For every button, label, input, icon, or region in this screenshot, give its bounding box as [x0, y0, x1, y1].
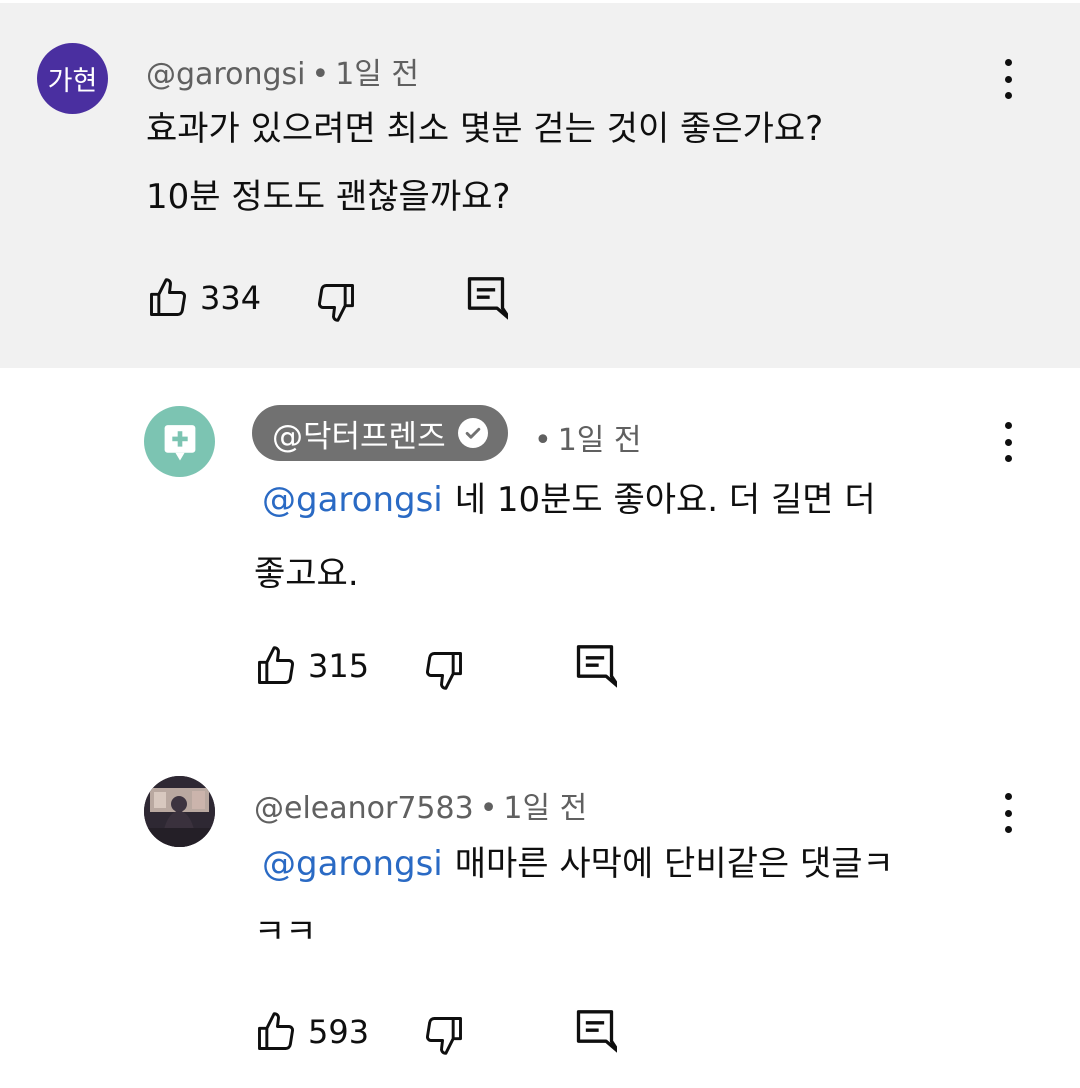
dislike-button[interactable]: [314, 280, 358, 324]
author-name: @닥터프렌즈: [272, 418, 446, 455]
reply-line-1-text: 네 10분도 좋아요. 더 길면 더: [454, 480, 876, 520]
comment-line-1: 효과가 있으려면 최소 몇분 걷는 것이 좋은가요?: [146, 109, 824, 149]
reply-button[interactable]: [573, 643, 617, 691]
medical-plus-chat-icon: [164, 424, 195, 460]
like-button[interactable]: 315: [254, 644, 369, 688]
timestamp[interactable]: 1일 전: [335, 57, 419, 92]
like-count: 315: [308, 647, 370, 685]
dislike-button[interactable]: [422, 1013, 466, 1057]
reply-line-2: ㅋㅋ: [254, 912, 317, 952]
author-name[interactable]: @garongsi: [146, 57, 305, 92]
reply-line-1: @garongsi 매마른 사막에 단비같은 댓글ㅋ: [262, 836, 1022, 893]
reply-button[interactable]: [573, 1008, 617, 1056]
thumb-down-outline-icon: [426, 1017, 462, 1055]
reply-comment-icon: [467, 277, 508, 320]
reply-button[interactable]: [464, 275, 508, 323]
timestamp[interactable]: 1일 전: [558, 423, 642, 458]
thumb-up-outline-icon: [258, 646, 294, 684]
thumb-down-outline-icon: [318, 284, 354, 322]
highlighted-comment: 가현 @garongsi • 1일 전 효과가 있으려면 최소 몇분 걷는 것이 좋…: [0, 3, 1080, 368]
author-name[interactable]: @eleanor7583: [254, 791, 474, 826]
thumb-up-outline-icon: [150, 278, 186, 316]
verified-check-icon: [457, 418, 488, 448]
meta-separator: •: [311, 57, 330, 92]
reply-line-1-text: 매마른 사막에 단비같은 댓글ㅋ: [454, 844, 894, 884]
reply-meta: • 1일 전: [528, 415, 642, 459]
thumb-down-outline-icon: [426, 652, 462, 690]
reply-line-2: 좋고요.: [254, 554, 359, 594]
more-vert-icon[interactable]: [1001, 59, 1015, 99]
meta-separator: •: [534, 423, 552, 458]
like-button[interactable]: 334: [146, 276, 261, 320]
reply-text: @garongsi 매마른 사막에 단비같은 댓글ㅋ: [262, 836, 1022, 893]
reply-text: @garongsi 네 10분도 좋아요. 더 길면 더: [262, 472, 1022, 529]
channel-owner-chip[interactable]: @닥터프렌즈: [252, 405, 508, 461]
mention-link[interactable]: @garongsi: [262, 480, 443, 520]
thumb-up-outline-icon: [258, 1012, 294, 1050]
timestamp[interactable]: 1일 전: [503, 791, 587, 826]
reply-line-1: @garongsi 네 10분도 좋아요. 더 길면 더: [262, 472, 1022, 529]
mention-link[interactable]: @garongsi: [262, 844, 443, 884]
reply-comment-icon: [576, 1010, 617, 1053]
like-count: 334: [200, 279, 262, 317]
comment-meta: @garongsi • 1일 전: [146, 49, 419, 93]
meta-separator: •: [479, 791, 498, 826]
avatar-initials: 가현: [47, 66, 98, 97]
avatar-eleanor7583[interactable]: [144, 776, 215, 847]
more-vert-icon[interactable]: [1001, 422, 1015, 462]
avatar-garongsi[interactable]: 가현: [37, 43, 108, 114]
avatar-doctorfriends[interactable]: [144, 406, 215, 477]
comment-text: 효과가 있으려면 최소 몇분 걷는 것이 좋은가요? 10분 정도도 괜찮을까요…: [146, 101, 823, 226]
like-count: 593: [308, 1013, 370, 1051]
comment-line-2: 10분 정도도 괜찮을까요?: [146, 177, 511, 217]
more-vert-icon[interactable]: [1001, 793, 1015, 833]
reply-meta: @eleanor7583 • 1일 전: [254, 783, 587, 827]
dislike-button[interactable]: [422, 648, 466, 692]
like-button[interactable]: 593: [254, 1010, 369, 1054]
reply-comment-icon: [576, 645, 617, 688]
avatar-photo: [144, 776, 215, 847]
